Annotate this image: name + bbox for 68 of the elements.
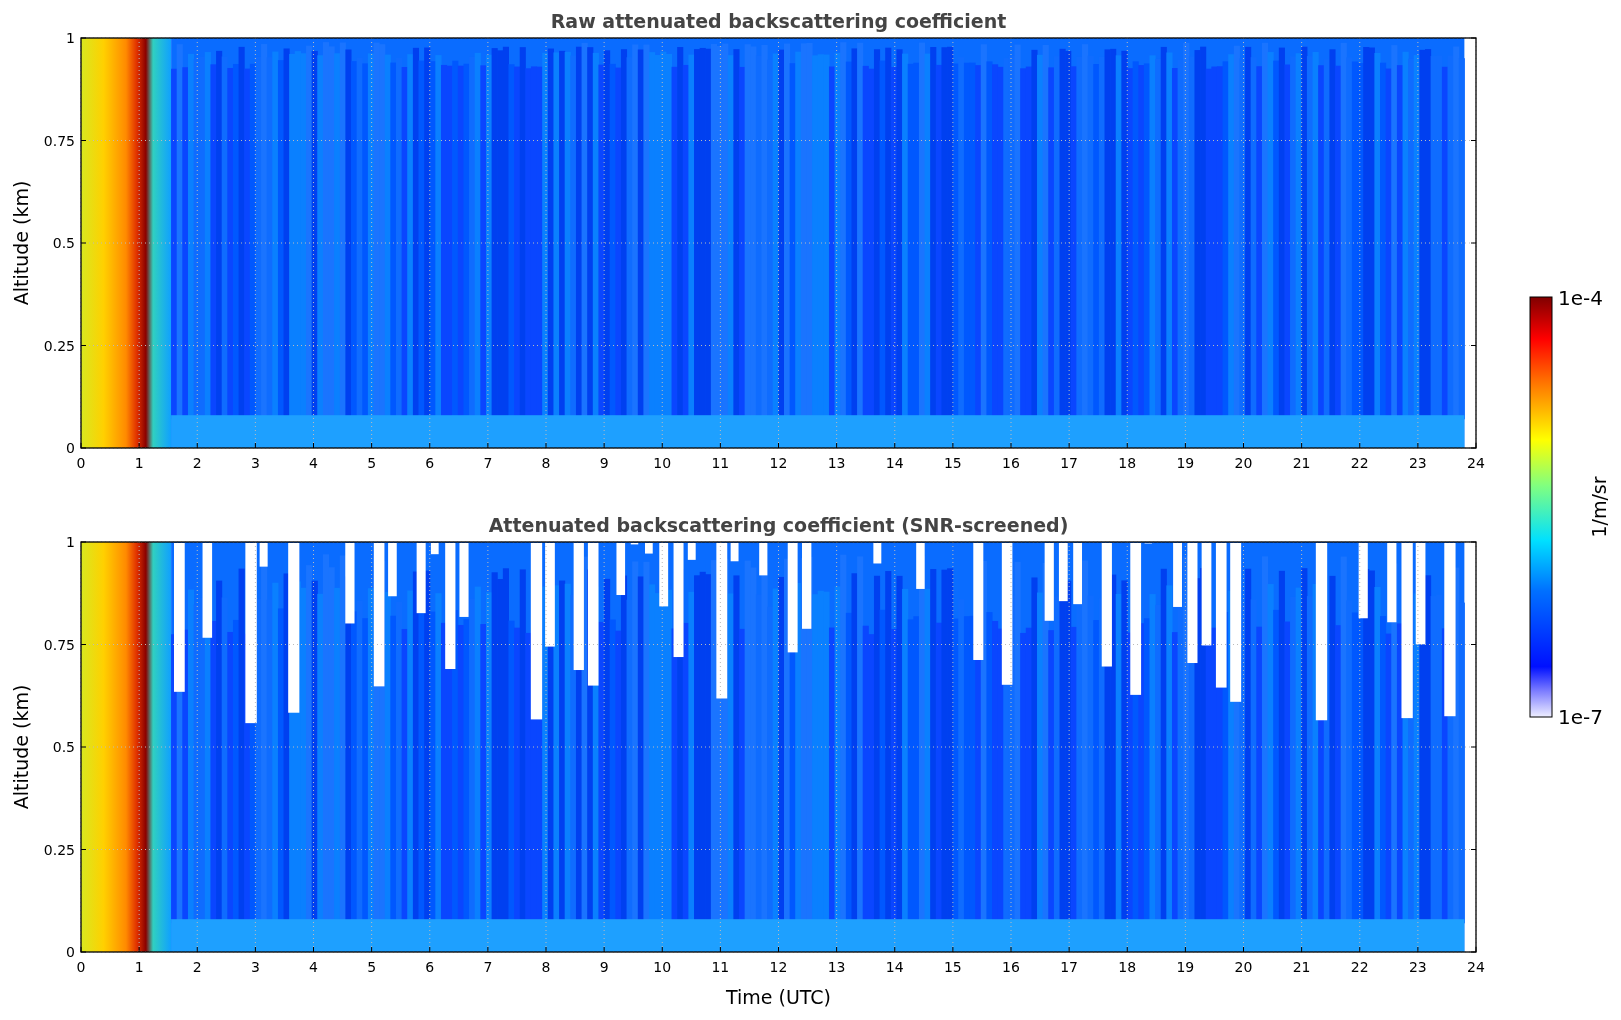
tick-label: 0.75	[43, 636, 75, 653]
chart-title: Raw attenuated backscattering coefficient	[550, 10, 1007, 32]
tick-label: 10	[653, 455, 672, 471]
tick-label: 17	[1060, 455, 1079, 471]
tick-label: 1	[134, 455, 144, 471]
tick-label: 24	[1467, 455, 1485, 471]
tick-label: 14	[885, 455, 904, 471]
colorbar-min-label: 1e-7	[1558, 705, 1603, 729]
tick-label: 0.25	[43, 841, 75, 858]
tick-label: 0.5	[52, 739, 75, 755]
tick-label: 3	[250, 455, 260, 471]
tick-label: 15	[943, 455, 962, 471]
chart-title: Attenuated backscattering coefficient (SNR-screened)	[488, 514, 1069, 536]
tick-label: 14	[885, 959, 904, 975]
tick-label: 2	[192, 959, 202, 975]
tick-label: 20	[1234, 959, 1253, 975]
tick-label: 0	[66, 440, 75, 456]
tick-label: 10	[653, 959, 672, 975]
tick-label: 7	[483, 455, 493, 471]
tick-label: 16	[1002, 455, 1020, 471]
x-axis-label: Time (UTC)	[726, 986, 831, 1008]
colorbar-label: 1/m/sr	[1588, 476, 1610, 538]
tick-label: 0.75	[43, 132, 75, 149]
tick-label: 5	[367, 455, 377, 471]
tick-label: 1	[66, 534, 75, 550]
tick-label: 0	[66, 944, 75, 960]
tick-label: 1	[134, 959, 144, 975]
tick-label: 4	[309, 455, 318, 471]
tick-label: 2	[192, 455, 202, 471]
tick-label: 0	[76, 455, 86, 471]
tick-label: 5	[367, 959, 377, 975]
colorbar-max-label: 1e-4	[1558, 286, 1603, 310]
tick-label: 9	[599, 455, 609, 471]
tick-label: 19	[1176, 959, 1195, 975]
tick-label: 13	[827, 959, 846, 975]
tick-label: 15	[943, 959, 962, 975]
tick-label: 22	[1350, 455, 1369, 471]
tick-label: 3	[250, 959, 260, 975]
tick-label: 9	[599, 959, 609, 975]
tick-label: 12	[769, 959, 788, 975]
tick-label: 24	[1467, 959, 1485, 975]
tick-label: 22	[1350, 959, 1369, 975]
tick-label: 20	[1234, 455, 1253, 471]
tick-label: 19	[1176, 455, 1195, 471]
tick-label: 18	[1118, 959, 1137, 975]
tick-label: 0.25	[43, 337, 75, 354]
tick-label: 0	[76, 959, 86, 975]
tick-label: 6	[425, 959, 435, 975]
tick-label: 8	[541, 455, 551, 471]
tick-label: 1	[66, 30, 75, 46]
tick-label: 0.5	[52, 235, 75, 251]
tick-label: 4	[309, 959, 318, 975]
tick-label: 21	[1292, 959, 1311, 975]
y-axis-label: Altitude (km)	[10, 180, 32, 306]
tick-label: 11	[711, 959, 730, 975]
tick-label: 11	[711, 455, 730, 471]
tick-label: 21	[1292, 455, 1311, 471]
tick-label: 17	[1060, 959, 1079, 975]
tick-label: 23	[1408, 455, 1427, 471]
tick-label: 12	[769, 455, 788, 471]
tick-label: 18	[1118, 455, 1137, 471]
tick-label: 7	[483, 959, 493, 975]
tick-label: 23	[1408, 959, 1427, 975]
y-axis-label: Altitude (km)	[10, 684, 32, 810]
tick-label: 16	[1002, 959, 1020, 975]
tick-label: 8	[541, 959, 551, 975]
tick-label: 13	[827, 455, 846, 471]
tick-label: 6	[425, 455, 435, 471]
